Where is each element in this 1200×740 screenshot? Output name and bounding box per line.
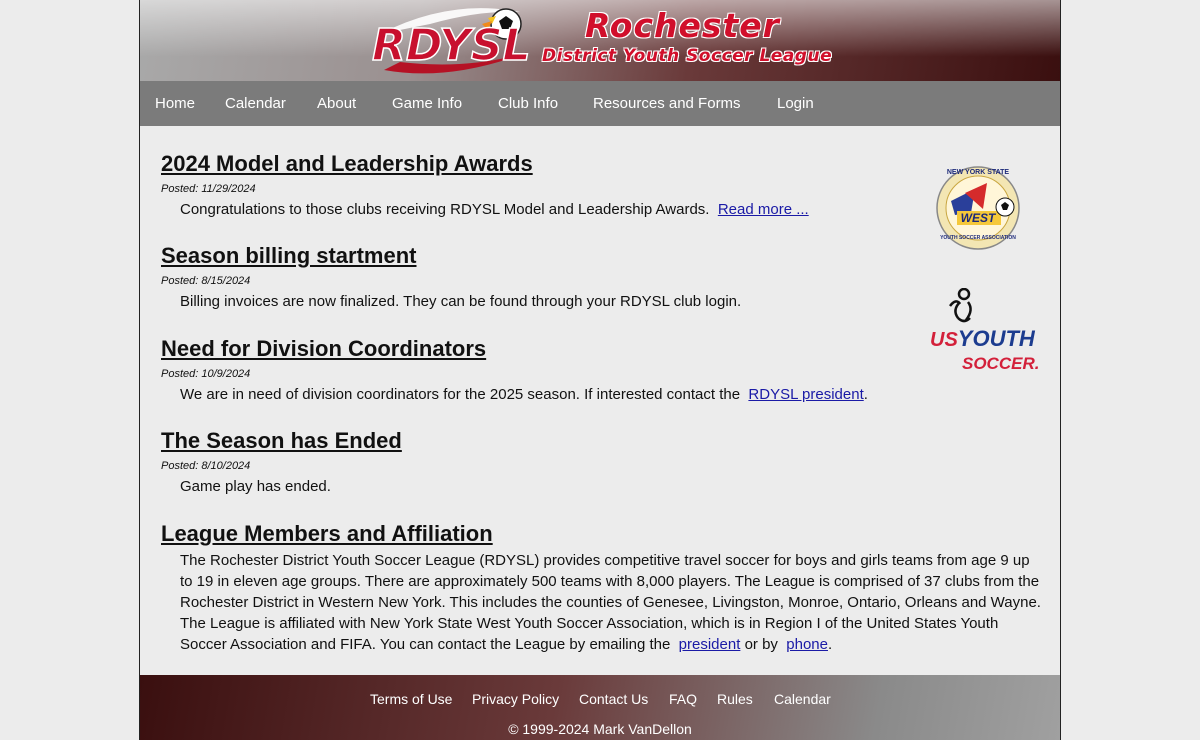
footer-faq-link[interactable]: FAQ [669,691,697,707]
post-title[interactable]: Need for Division Coordinators [161,336,868,362]
affiliation-section: League Members and Affiliation The Roche… [161,521,1041,655]
nav-game-info[interactable]: Game Info [392,95,462,112]
footer-terms-link[interactable]: Terms of Use [370,691,452,707]
post-body: We are in need of division coordinators … [180,384,868,405]
affiliation-body: The Rochester District Youth Soccer Leag… [180,550,1041,655]
post-title[interactable]: 2024 Model and Leadership Awards [161,151,809,177]
footer-privacy-link[interactable]: Privacy Policy [472,691,559,707]
rdysl-president-link[interactable]: RDYSL president [748,386,863,403]
nysw-logo-bottom: YOUTH SOCCER ASSOCIATION [940,235,1016,241]
footer-calendar-link[interactable]: Calendar [774,691,831,707]
usys-line2: YOUTH [957,326,1035,351]
post-title[interactable]: The Season has Ended [161,428,402,454]
post-body-text: Congratulations to those clubs receiving… [180,201,710,218]
footer-contact-link[interactable]: Contact Us [579,691,648,707]
phone-link[interactable]: phone [786,636,828,653]
usys-line1: US [930,329,958,351]
banner-subtitle: District Youth Soccer League [542,46,833,66]
affiliation-suffix: . [827,636,833,653]
post-body-suffix: . [863,386,868,403]
affiliation-text: The Rochester District Youth Soccer Leag… [180,552,1041,653]
post-body: Billing invoices are now finalized. They… [180,291,741,312]
news-post: Need for Division Coordinators Posted: 1… [161,336,868,405]
us-youth-soccer-logo[interactable]: USYOUTH SOCCER. [930,287,1039,380]
nav-resources-and-forms[interactable]: Resources and Forms [593,95,741,112]
nav-about[interactable]: About [317,95,356,112]
post-date: Posted: 8/10/2024 [161,460,251,472]
news-post: 2024 Model and Leadership Awards Posted:… [161,151,809,220]
post-date: Posted: 11/29/2024 [161,183,256,195]
usys-line3: SOCCER. [962,354,1040,373]
site-footer: Terms of Use Privacy Policy Contact Us F… [140,675,1060,740]
nav-club-info[interactable]: Club Info [498,95,558,112]
news-post: Season billing startment Posted: 8/15/20… [161,243,741,312]
post-date: Posted: 10/9/2024 [161,368,251,380]
site-banner: RDYSL Rochester District Youth Soccer Le… [140,0,1060,81]
affiliation-or-by: or by [744,636,778,653]
nysw-logo-middle: WEST [960,211,996,225]
nys-west-logo[interactable]: NEW YORK STATE WEST YOUTH SOCCER ASSOCIA… [935,165,1021,256]
president-email-link[interactable]: president [679,636,741,653]
post-date: Posted: 8/15/2024 [161,275,251,287]
rdysl-logo-text: RDYSL [372,20,531,71]
nysw-logo-top: NEW YORK STATE [946,169,1010,176]
main-nav: Home Calendar About Game Info Club Info … [140,81,1060,126]
nav-login[interactable]: Login [777,95,814,112]
post-title[interactable]: Season billing startment [161,243,741,269]
nav-home[interactable]: Home [155,95,195,112]
post-body-text: Game play has ended. [180,478,331,495]
footer-rules-link[interactable]: Rules [717,691,753,707]
post-body-text: Billing invoices are now finalized. They… [180,293,742,310]
read-more-link[interactable]: Read more ... [718,201,809,218]
post-body-text: We are in need of division coordinators … [180,386,741,403]
banner-title: Rochester [585,6,780,45]
nav-calendar[interactable]: Calendar [225,95,286,112]
affiliation-title: League Members and Affiliation [161,521,493,546]
news-post: The Season has Ended Posted: 8/10/2024 G… [161,428,402,497]
post-body: Congratulations to those clubs receiving… [180,199,809,220]
page-container: RDYSL Rochester District Youth Soccer Le… [139,0,1061,740]
footer-copyright: © 1999-2024 Mark VanDellon [508,721,692,737]
post-body: Game play has ended. [180,476,402,497]
us-youth-soccer-figure-icon [949,287,972,323]
